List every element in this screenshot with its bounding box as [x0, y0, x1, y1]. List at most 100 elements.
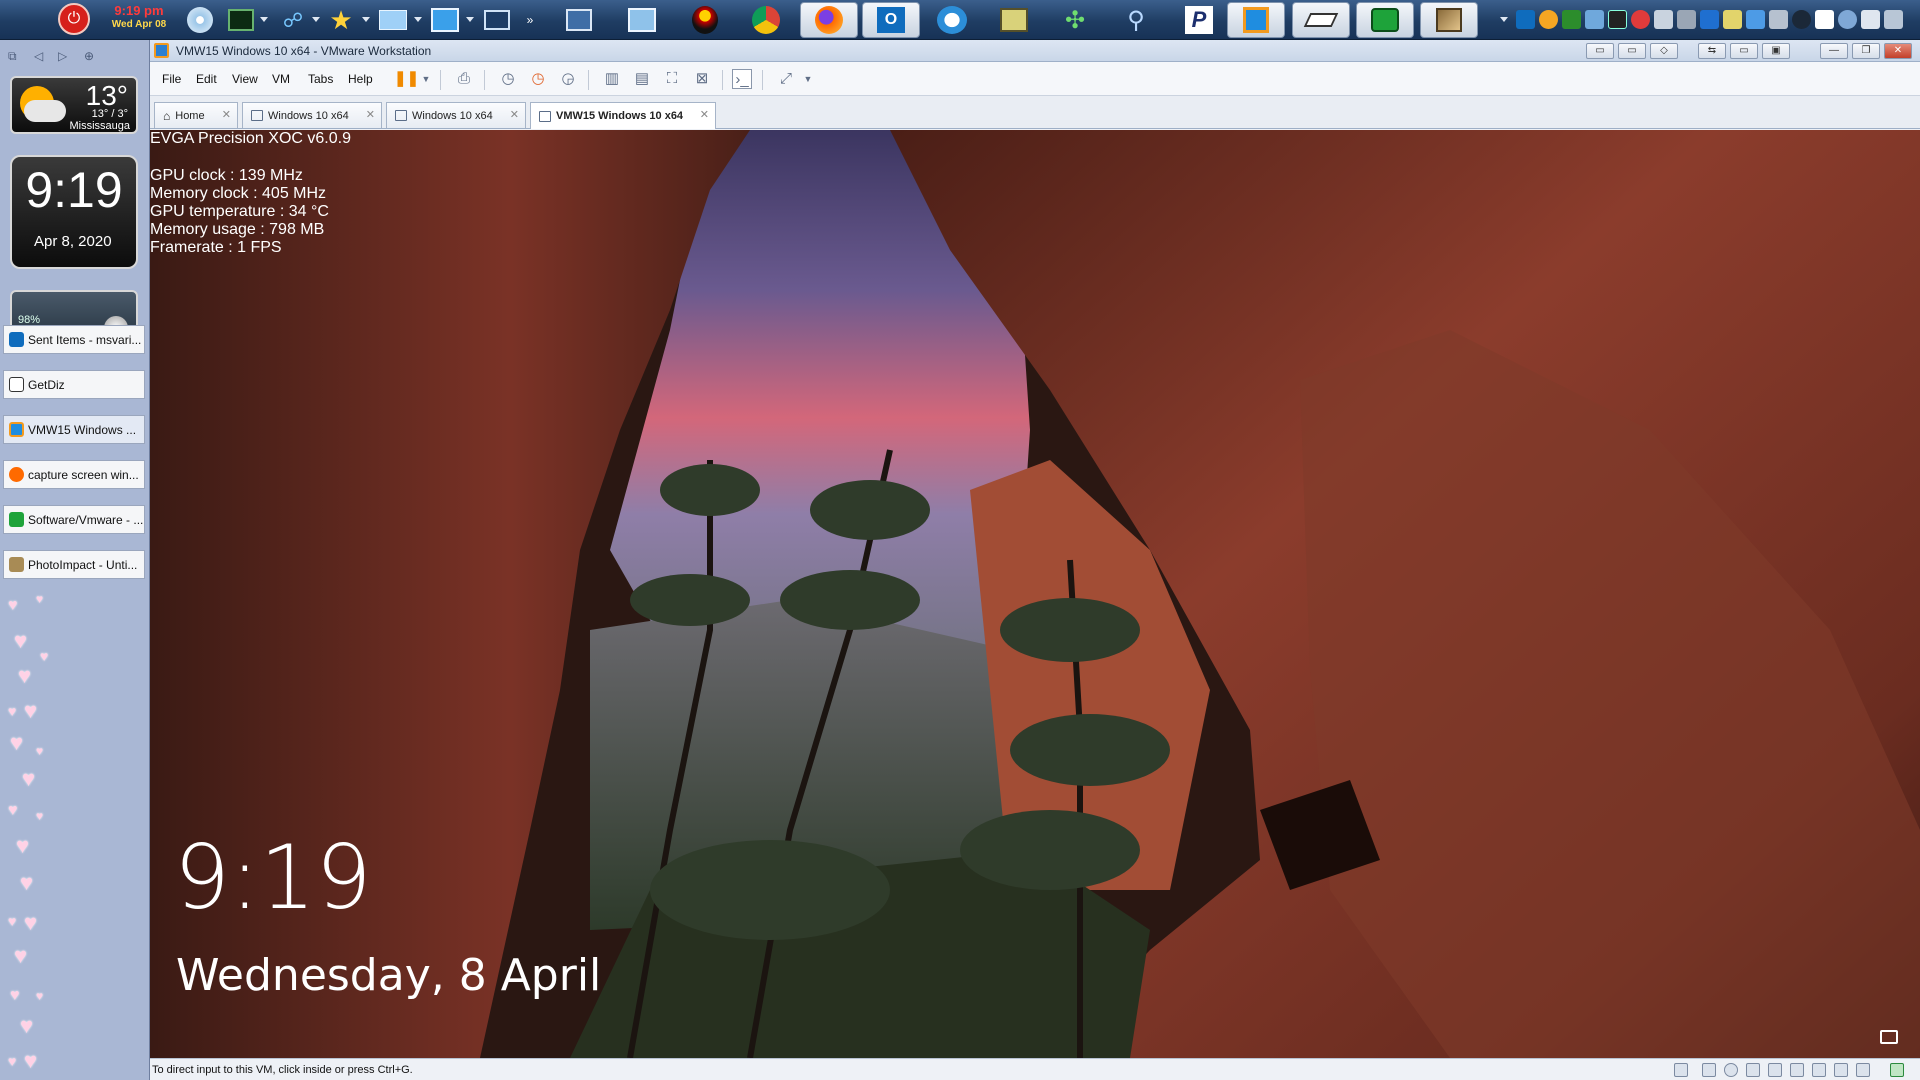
- more-chevron-icon[interactable]: »: [520, 3, 540, 37]
- chevron-down-icon[interactable]: ▼: [798, 69, 818, 89]
- window-titlebar[interactable]: VMW15 Windows 10 x64 - VMware Workstatio…: [150, 40, 1920, 62]
- revert-snapshot-icon[interactable]: ◷: [528, 69, 548, 89]
- taskbar-clock[interactable]: 9:19 pm Wed Apr 08: [106, 4, 172, 36]
- chevron-down-icon[interactable]: ▼: [416, 69, 436, 89]
- graph-tray-icon[interactable]: [1608, 10, 1627, 29]
- weather-gadget[interactable]: 13° 13° / 3° Mississauga: [10, 76, 138, 134]
- clock-gadget[interactable]: 9:19 Apr 8, 2020: [10, 155, 138, 269]
- tray-expand-icon[interactable]: [1500, 17, 1508, 22]
- titlebar-extra-button[interactable]: ⇆: [1698, 43, 1726, 59]
- usb-device-icon[interactable]: [1768, 1063, 1782, 1077]
- hard-disk-icon[interactable]: [1702, 1063, 1716, 1077]
- cd-drive-icon[interactable]: [1724, 1063, 1738, 1077]
- menu-vm[interactable]: VM: [272, 72, 290, 86]
- minimize-button[interactable]: —: [1820, 43, 1848, 59]
- network-tray-icon[interactable]: [1884, 10, 1903, 29]
- lock-device-icon[interactable]: [1856, 1063, 1870, 1077]
- steam-tray-icon[interactable]: [1792, 10, 1811, 29]
- printer-icon[interactable]: [1790, 1063, 1804, 1077]
- titlebar-extra-button[interactable]: ▭: [1586, 43, 1614, 59]
- titlebar-extra-button[interactable]: ▭: [1730, 43, 1758, 59]
- chevron-down-icon[interactable]: [260, 17, 268, 22]
- titlebar-extra-button[interactable]: ▭: [1618, 43, 1646, 59]
- maximize-button[interactable]: ❐: [1852, 43, 1880, 59]
- snapshot-icon[interactable]: ◷: [498, 69, 518, 89]
- outlook-icon[interactable]: O: [862, 2, 920, 38]
- power-icon[interactable]: ⏻: [58, 3, 90, 35]
- keyboard-icon[interactable]: [1674, 1063, 1688, 1077]
- full-screen-icon[interactable]: ⛶: [662, 69, 682, 89]
- disc-icon[interactable]: [183, 3, 217, 37]
- sidebar-add-icon[interactable]: ⊕: [84, 49, 100, 63]
- tab-windows-10-b[interactable]: Windows 10 x64 ✕: [386, 102, 526, 128]
- windows-icon[interactable]: [428, 3, 462, 37]
- titlebar-extra-button[interactable]: ◇: [1650, 43, 1678, 59]
- tools-tray-icon[interactable]: [1769, 10, 1788, 29]
- chevron-down-icon[interactable]: [312, 17, 320, 22]
- task-software-vmware[interactable]: Software/Vmware - ...: [3, 505, 145, 534]
- flag-tray-icon[interactable]: [1815, 10, 1834, 29]
- menu-help[interactable]: Help: [348, 72, 373, 86]
- network-adapter-icon[interactable]: [1746, 1063, 1760, 1077]
- close-tab-icon[interactable]: ✕: [222, 108, 231, 121]
- send-keys-icon[interactable]: ⎙: [454, 69, 474, 89]
- tab-home[interactable]: ⌂ Home ✕: [154, 102, 238, 128]
- getdiz-icon[interactable]: [1292, 2, 1350, 38]
- stretch-icon[interactable]: ⤢: [776, 69, 796, 89]
- antivirus-tray-icon[interactable]: [1631, 10, 1650, 29]
- photoimpact-icon[interactable]: [1420, 2, 1478, 38]
- safely-remove-tray-icon[interactable]: [1723, 10, 1742, 29]
- outlook-tray-icon[interactable]: [1516, 10, 1535, 29]
- vmware-tray-icon[interactable]: [1746, 10, 1765, 29]
- task-firefox[interactable]: capture screen win...: [3, 460, 145, 489]
- task-getdiz[interactable]: GetDiz: [3, 370, 145, 399]
- console-icon[interactable]: ›_: [732, 69, 752, 89]
- vm-screen[interactable]: EVGA Precision XOC v6.0.9 GPU clock : 13…: [150, 130, 1920, 1058]
- network-tree-icon[interactable]: ✣: [1058, 3, 1092, 37]
- close-button[interactable]: ✕: [1884, 43, 1912, 59]
- speaker-tray-icon[interactable]: [1861, 10, 1880, 29]
- tab-windows-10-a[interactable]: Windows 10 x64 ✕: [242, 102, 382, 128]
- sidebar-back-icon[interactable]: ◁: [34, 49, 50, 63]
- library-view-icon[interactable]: ▥: [602, 69, 622, 89]
- unity-icon[interactable]: ⊠: [692, 69, 712, 89]
- snapshot-manager-icon[interactable]: ◶: [558, 69, 578, 89]
- gear-tray-icon[interactable]: [1838, 10, 1857, 29]
- task-photoimpact[interactable]: PhotoImpact - Unti...: [3, 550, 145, 579]
- settings-panel-icon[interactable]: [625, 3, 659, 37]
- close-tab-icon[interactable]: ✕: [366, 108, 375, 121]
- usb-tray-icon[interactable]: [1677, 10, 1696, 29]
- sidebar-menu-icon[interactable]: ⧉: [8, 49, 24, 63]
- software-vmware-icon[interactable]: [1356, 2, 1414, 38]
- menu-edit[interactable]: Edit: [196, 72, 217, 86]
- nvidia-tray-icon[interactable]: [1562, 10, 1581, 29]
- monitor-chart-icon[interactable]: [224, 3, 258, 37]
- menu-view[interactable]: View: [232, 72, 258, 86]
- folder-icon[interactable]: [376, 3, 410, 37]
- chevron-down-icon[interactable]: [466, 17, 474, 22]
- pause-icon[interactable]: ❚❚: [394, 69, 419, 89]
- messenger-icon[interactable]: [935, 3, 969, 37]
- spider-mascot-icon[interactable]: [688, 3, 722, 37]
- chevron-down-icon[interactable]: [362, 17, 370, 22]
- display-icon[interactable]: [1834, 1063, 1848, 1077]
- paint-p-icon[interactable]: P: [1182, 3, 1216, 37]
- screen-capture-icon[interactable]: [480, 3, 514, 37]
- task-sent-items[interactable]: Sent Items - msvari...: [3, 325, 145, 354]
- close-tab-icon[interactable]: ✕: [510, 108, 519, 121]
- control-panel-icon[interactable]: [997, 3, 1031, 37]
- menu-file[interactable]: File: [162, 72, 181, 86]
- firefox-icon[interactable]: [800, 2, 858, 38]
- pc-monitor-icon[interactable]: [562, 3, 596, 37]
- menu-tabs[interactable]: Tabs: [308, 72, 333, 86]
- vmware-icon[interactable]: [1227, 2, 1285, 38]
- message-log-icon[interactable]: [1890, 1063, 1904, 1077]
- bluetooth-tray-icon[interactable]: [1700, 10, 1719, 29]
- chevron-down-icon[interactable]: [414, 17, 422, 22]
- thumbnail-view-icon[interactable]: ▤: [632, 69, 652, 89]
- sidebar-forward-icon[interactable]: ▷: [58, 49, 74, 63]
- monitor-tray-icon[interactable]: [1585, 10, 1604, 29]
- chrome-icon[interactable]: [749, 3, 783, 37]
- update-tray-icon[interactable]: [1539, 10, 1558, 29]
- sound-card-icon[interactable]: [1812, 1063, 1826, 1077]
